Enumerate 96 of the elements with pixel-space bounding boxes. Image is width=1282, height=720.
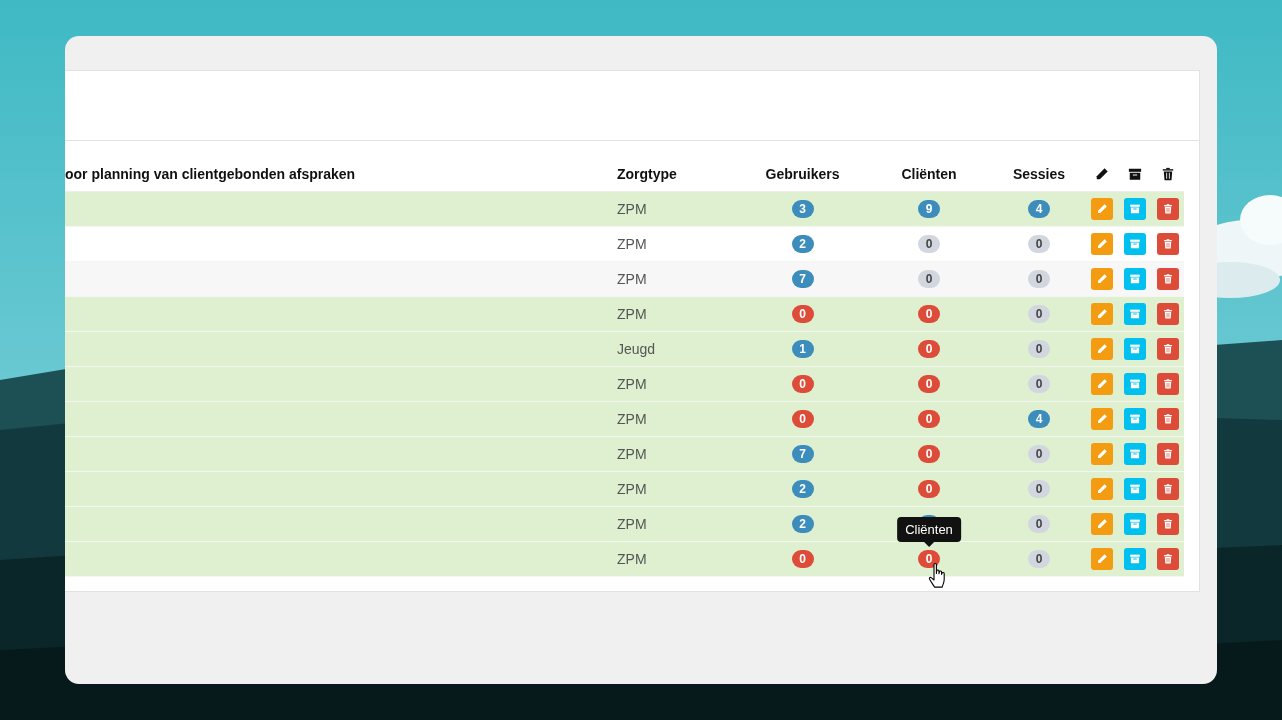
edit-button[interactable] — [1090, 303, 1113, 325]
delete-button[interactable] — [1156, 338, 1179, 360]
archive-button[interactable] — [1123, 478, 1146, 500]
count-badge: 4 — [1028, 410, 1050, 428]
count-badge: 0 — [1028, 375, 1050, 393]
archive-box-icon — [1127, 517, 1142, 531]
edit-button[interactable] — [1090, 443, 1113, 465]
tooltip: Cliënten — [897, 517, 961, 542]
archive-button[interactable] — [1123, 548, 1146, 570]
count-badge: 0 — [791, 550, 814, 568]
table-cell-text: ZPM — [617, 411, 648, 427]
edit-button[interactable] — [1090, 548, 1113, 570]
archive-box-icon — [1127, 342, 1142, 356]
delete-button[interactable] — [1156, 408, 1179, 430]
delete-button[interactable] — [1156, 268, 1179, 290]
count-badge: 0 — [1028, 235, 1050, 253]
archive-button[interactable] — [1123, 233, 1146, 255]
count-badge: 4 — [1028, 200, 1050, 218]
archive-box-icon — [1127, 166, 1142, 181]
count-badge: 0 — [918, 550, 940, 568]
delete-button[interactable] — [1156, 443, 1179, 465]
count-badge: 0 — [791, 410, 814, 428]
count-badge: 0 — [1028, 480, 1050, 498]
count-badge: 3 — [791, 200, 814, 218]
table-cell-text: ZPM — [617, 271, 648, 287]
pencil-icon — [1094, 166, 1109, 181]
count-badge: 0 — [918, 410, 940, 428]
archive-button[interactable] — [1123, 198, 1146, 220]
edit-button[interactable] — [1090, 338, 1113, 360]
archive-box-icon — [1127, 237, 1142, 251]
archive-box-icon — [1127, 447, 1142, 461]
edit-button[interactable] — [1090, 233, 1113, 255]
archive-box-icon — [1127, 412, 1142, 426]
delete-button[interactable] — [1156, 478, 1179, 500]
count-badge: 0 — [918, 480, 940, 498]
archive-button[interactable] — [1123, 303, 1146, 325]
count-badge: 2 — [791, 480, 814, 498]
column-header: Sessies — [1011, 165, 1067, 182]
archive-box-icon — [1127, 307, 1142, 321]
archive-button[interactable] — [1123, 373, 1146, 395]
column-header: Gebruikers — [764, 165, 841, 182]
table-cell-text: ZPM — [617, 516, 648, 532]
count-badge: 0 — [918, 340, 940, 358]
count-badge: 0 — [918, 305, 940, 323]
table-cell-text: Jeugd — [617, 341, 657, 357]
delete-button[interactable] — [1156, 198, 1179, 220]
edit-button[interactable] — [1090, 513, 1113, 535]
table-cell-text: ZPM — [617, 236, 648, 252]
count-badge: 0 — [918, 375, 940, 393]
count-badge: 7 — [791, 445, 814, 463]
count-badge: 2 — [791, 515, 814, 533]
count-badge: 0 — [1028, 445, 1050, 463]
column-header: Cliënten — [900, 165, 958, 182]
table-cell-text: ZPM — [617, 481, 648, 497]
table-cell-text: ZPM — [617, 201, 648, 217]
table-cell-text: ZPM — [617, 376, 648, 392]
archive-box-icon — [1127, 202, 1142, 216]
table-cell-text: ZPM — [617, 306, 648, 322]
archive-button[interactable] — [1123, 268, 1146, 290]
archive-box-icon — [1127, 377, 1142, 391]
trash-icon — [1160, 166, 1175, 181]
count-badge: 0 — [1028, 515, 1050, 533]
count-badge: 7 — [791, 270, 814, 288]
count-badge: 0 — [1028, 550, 1050, 568]
count-badge: 2 — [791, 235, 814, 253]
archive-button[interactable] — [1123, 443, 1146, 465]
archive-box-icon — [1127, 482, 1142, 496]
count-badge: 0 — [918, 235, 940, 253]
table-cell-text: ZPM — [617, 446, 648, 462]
edit-button[interactable] — [1090, 408, 1113, 430]
delete-button[interactable] — [1156, 548, 1179, 570]
archive-button[interactable] — [1123, 338, 1146, 360]
count-badge: 0 — [791, 375, 814, 393]
count-badge: 0 — [1028, 305, 1050, 323]
archive-box-icon — [1127, 272, 1142, 286]
archive-button[interactable] — [1123, 408, 1146, 430]
column-header: oor planning van clientgebonden afspraken — [65, 165, 357, 182]
edit-button[interactable] — [1090, 373, 1113, 395]
edit-button[interactable] — [1090, 198, 1113, 220]
table-cell-text: ZPM — [617, 551, 648, 567]
count-badge: 0 — [1028, 270, 1050, 288]
count-badge: 0 — [918, 270, 940, 288]
count-badge: 0 — [1028, 340, 1050, 358]
count-badge: 1 — [791, 340, 814, 358]
delete-button[interactable] — [1156, 513, 1179, 535]
delete-button[interactable] — [1156, 233, 1179, 255]
count-badge: 0 — [791, 305, 814, 323]
archive-box-icon — [1127, 552, 1142, 566]
column-header: Zorgtype — [617, 165, 678, 182]
count-badge: 0 — [918, 445, 940, 463]
delete-button[interactable] — [1156, 373, 1179, 395]
delete-button[interactable] — [1156, 303, 1179, 325]
edit-button[interactable] — [1090, 478, 1113, 500]
archive-button[interactable] — [1123, 513, 1146, 535]
count-badge: 9 — [918, 200, 940, 218]
edit-button[interactable] — [1090, 268, 1113, 290]
